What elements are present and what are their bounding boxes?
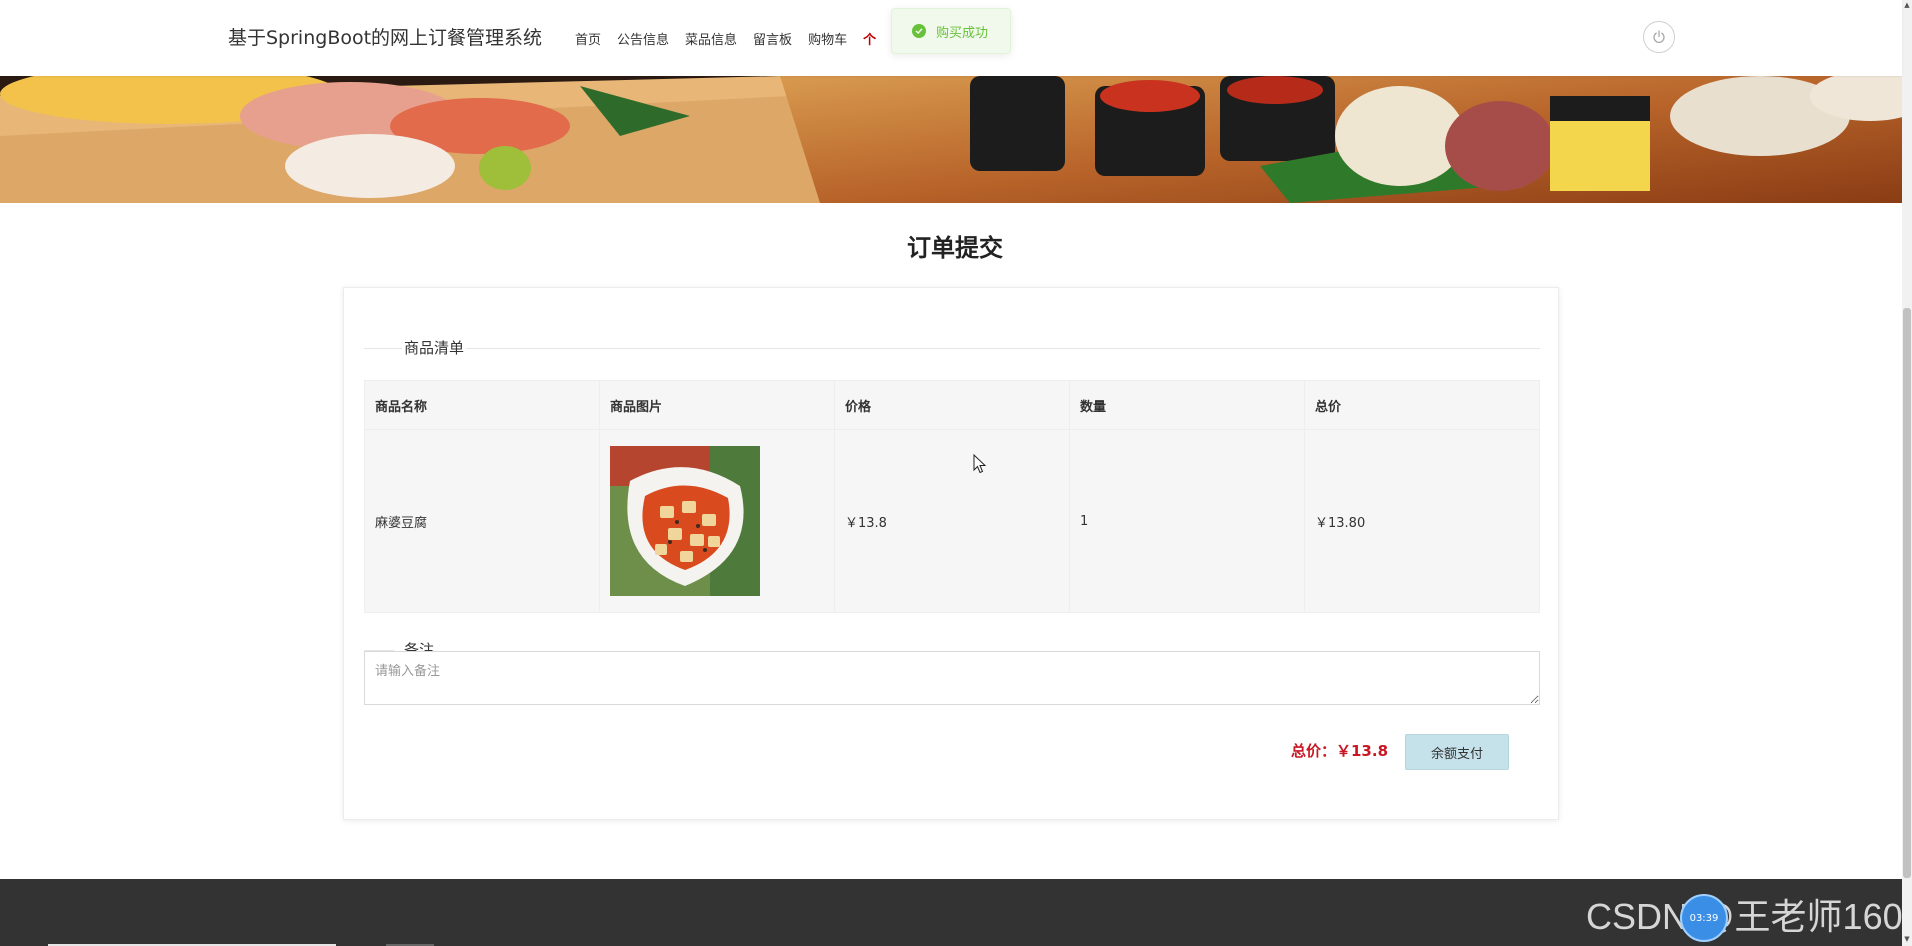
nav-item-announcements[interactable]: 公告信息 <box>617 29 669 48</box>
scroll-up-arrow-icon[interactable]: ▲ <box>1903 0 1911 10</box>
nav-item-dishes[interactable]: 菜品信息 <box>685 29 737 48</box>
order-total: 总价：￥13.8 <box>1291 742 1389 760</box>
order-card: 商品清单 商品名称 商品图片 价格 数量 总价 麻婆豆腐 ￥13.8 1 ￥13… <box>343 287 1559 820</box>
column-header-quantity: 数量 <box>1069 380 1305 430</box>
nav-item-personal[interactable]: 个 <box>863 29 876 48</box>
column-header-total: 总价 <box>1304 380 1540 430</box>
item-image-cell <box>599 429 835 613</box>
sushi-banner-image <box>0 76 1902 203</box>
table-row: 麻婆豆腐 ￥13.8 1 ￥13.80 <box>364 429 1540 613</box>
site-title: 基于SpringBoot的网上订餐管理系统 <box>228 27 543 49</box>
logout-button[interactable] <box>1643 21 1675 53</box>
power-icon <box>1653 30 1665 43</box>
section-divider <box>364 348 1540 349</box>
item-name: 麻婆豆腐 <box>364 429 600 613</box>
remark-textarea[interactable]: 请输入备注 <box>364 651 1540 705</box>
column-header-name: 商品名称 <box>364 380 600 430</box>
order-items-table: 商品名称 商品图片 价格 数量 总价 麻婆豆腐 ￥13.8 1 ￥13.80 <box>364 380 1540 613</box>
csdn-watermark: CSDN @王老师160 <box>1586 896 1903 937</box>
balance-pay-button[interactable]: 余额支付 <box>1405 734 1509 770</box>
check-circle-icon <box>912 24 926 38</box>
success-toast: 购买成功 <box>891 8 1011 54</box>
scroll-down-arrow-icon[interactable]: ▼ <box>1903 934 1911 944</box>
page-title: 订单提交 <box>907 234 1003 262</box>
item-price: ￥13.8 <box>834 429 1070 613</box>
mouse-cursor-icon <box>973 454 987 474</box>
floating-avatar-bubble[interactable]: 03:39 <box>1680 894 1728 942</box>
item-total: ￥13.80 <box>1304 429 1540 613</box>
mapo-tofu-dish-image <box>610 446 760 596</box>
goods-list-title: 商品清单 <box>402 337 467 358</box>
toast-message: 购买成功 <box>936 25 989 41</box>
nav-item-message-board[interactable]: 留言板 <box>753 29 792 48</box>
column-header-price: 价格 <box>834 380 1070 430</box>
item-quantity: 1 <box>1069 429 1305 613</box>
main-nav: 首页 公告信息 菜品信息 留言板 购物车 个 <box>575 29 876 48</box>
nav-item-cart[interactable]: 购物车 <box>808 29 847 48</box>
scrollbar-thumb[interactable] <box>1903 308 1911 878</box>
table-header-row: 商品名称 商品图片 价格 数量 总价 <box>364 380 1540 430</box>
nav-item-home[interactable]: 首页 <box>575 29 601 48</box>
column-header-image: 商品图片 <box>599 380 835 430</box>
vertical-scrollbar[interactable]: ▲ ▼ <box>1902 0 1912 946</box>
